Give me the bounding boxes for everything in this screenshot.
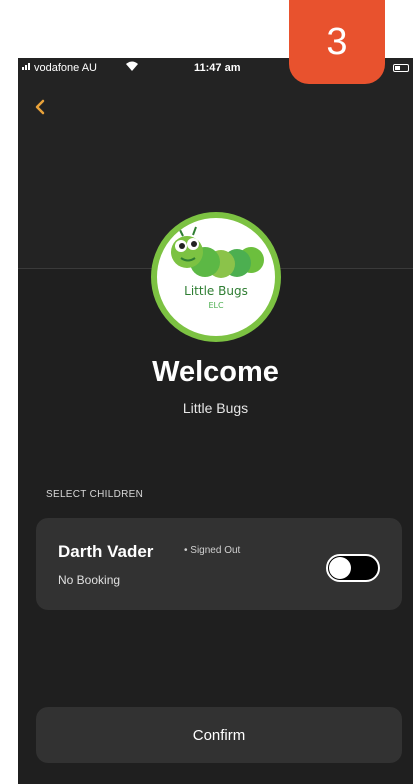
caterpillar-icon <box>171 226 264 278</box>
centre-name: Little Bugs <box>182 400 249 416</box>
select-children-label: SELECT CHILDREN <box>46 489 144 500</box>
child-status: • Signed Out <box>184 545 241 556</box>
phone-screen: vodafone AU 11:47 am Little Bugs ELC Wel… <box>18 58 413 784</box>
clock: 11:47 am <box>194 62 241 74</box>
logo-name: Little Bugs <box>184 284 248 298</box>
child-name: Darth Vader <box>58 542 154 561</box>
welcome-title: Welcome <box>152 356 279 388</box>
wifi-icon <box>125 60 139 75</box>
logo-subtitle: ELC <box>208 301 224 310</box>
chevron-left-icon <box>35 99 45 115</box>
toggle-knob <box>329 557 351 579</box>
child-card[interactable]: Darth Vader • Signed Out No Booking <box>36 518 402 610</box>
back-button[interactable] <box>34 98 56 120</box>
step-number-badge: 3 <box>289 0 385 84</box>
confirm-button[interactable]: Confirm <box>36 707 402 763</box>
carrier-label: vodafone AU <box>34 62 97 74</box>
centre-logo: Little Bugs ELC <box>151 212 281 342</box>
battery-icon <box>393 64 409 72</box>
booking-status: No Booking <box>58 573 121 587</box>
child-select-toggle[interactable] <box>326 554 380 582</box>
signal-icon <box>22 63 30 70</box>
